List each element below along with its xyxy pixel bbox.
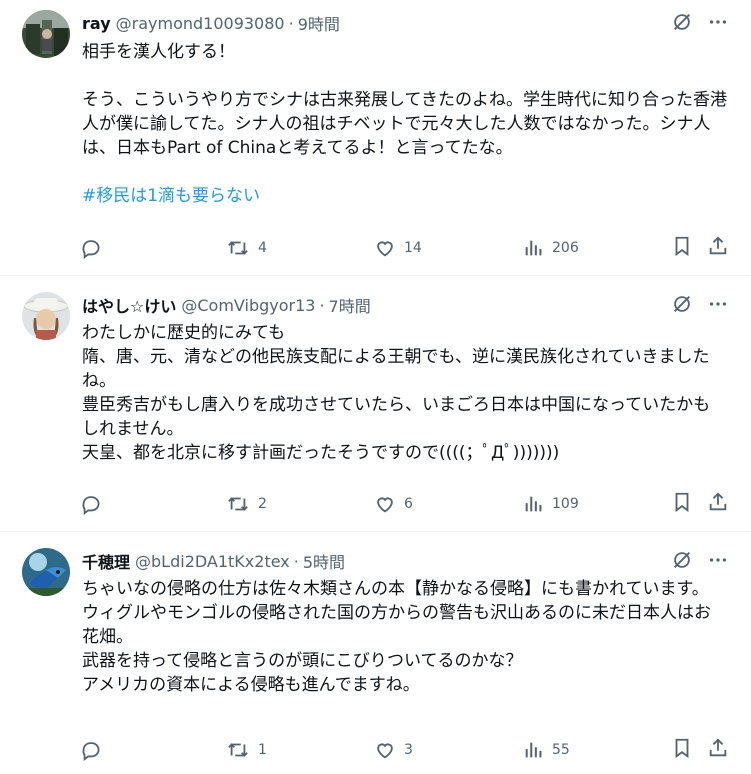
tweet-paragraph: 相手を漢人化する！ xyxy=(82,42,235,62)
timestamp[interactable]: 9時間 xyxy=(298,11,340,35)
views-count: 55 xyxy=(552,742,570,758)
avatar[interactable] xyxy=(22,292,70,340)
like-button[interactable]: 14 xyxy=(374,237,422,259)
share-icon[interactable] xyxy=(707,737,729,763)
share-icon[interactable] xyxy=(707,491,729,517)
user-handle[interactable]: @bLdi2DA1tKx2tex xyxy=(135,552,290,571)
grok-icon[interactable] xyxy=(671,11,693,33)
tweet-header: はやし☆けい @ComVibgyor13 · 7時間 xyxy=(82,293,371,317)
user-handle[interactable]: @ComVibgyor13 xyxy=(181,296,315,315)
like-count: 3 xyxy=(404,742,413,758)
tweet-paragraph: 天皇、都を北京に移す計画だったそうですので((((；ﾟДﾟ))))))) xyxy=(82,443,560,463)
reply-icon xyxy=(80,237,102,259)
views-icon xyxy=(522,739,544,761)
views-count: 109 xyxy=(552,496,579,512)
tweet-paragraph: 豊臣秀吉がもし唐入りを成功させていたら、いまごろ日本は中国になっていたかもしれま… xyxy=(82,395,711,439)
reply-button[interactable] xyxy=(80,739,110,761)
tweet-paragraph: アメリカの資本による侵略も進んでますね。 xyxy=(82,675,420,695)
reply-icon xyxy=(80,493,102,515)
views-button[interactable]: 109 xyxy=(522,493,579,515)
separator: · xyxy=(293,551,299,571)
views-icon xyxy=(522,237,544,259)
hashtag-link[interactable]: #移民は1滴も要らない xyxy=(82,184,727,208)
reply-button[interactable] xyxy=(80,493,110,515)
retweet-icon xyxy=(226,739,250,761)
tweet[interactable]: はやし☆けい @ComVibgyor13 · 7時間 わたしかに歴史的にみても … xyxy=(0,276,751,532)
grok-icon[interactable] xyxy=(671,293,693,315)
more-icon[interactable] xyxy=(707,11,729,33)
more-icon[interactable] xyxy=(707,549,729,571)
timestamp[interactable]: 5時間 xyxy=(303,549,345,573)
tweet-paragraph: ちゃいなの侵略の仕方は佐々木類さんの本【静かなる侵略】にも書かれています。 xyxy=(82,579,709,599)
display-name[interactable]: はやし☆けい xyxy=(82,293,176,317)
action-bar: 2 6 109 xyxy=(80,492,729,516)
separator: · xyxy=(319,295,325,315)
reply-icon xyxy=(80,739,102,761)
tweet-paragraph: 隋、唐、元、清などの他民族支配による王朝でも、逆に漢民族化されていきましたね。 xyxy=(82,347,710,391)
like-count: 6 xyxy=(404,496,413,512)
tweet[interactable]: 千穂理 @bLdi2DA1tKx2tex · 5時間 ちゃいなの侵略の仕方は佐々… xyxy=(0,532,751,774)
retweet-button[interactable]: 2 xyxy=(226,493,267,515)
views-button[interactable]: 206 xyxy=(522,237,579,259)
separator: · xyxy=(288,13,294,33)
retweet-button[interactable]: 4 xyxy=(226,237,267,259)
like-icon xyxy=(374,237,396,259)
bookmark-icon[interactable] xyxy=(671,235,693,261)
views-icon xyxy=(522,493,544,515)
action-bar: 1 3 55 xyxy=(80,738,729,762)
retweet-icon xyxy=(226,493,250,515)
user-handle[interactable]: @raymond10093080 xyxy=(116,14,285,33)
display-name[interactable]: ray xyxy=(82,14,111,33)
like-button[interactable]: 3 xyxy=(374,739,413,761)
like-count: 14 xyxy=(404,240,422,256)
grok-icon[interactable] xyxy=(671,549,693,571)
tweet-paragraph: 武器を持って侵略と言うのが頭にこびりついてるのかな？ xyxy=(82,651,523,671)
tweet[interactable]: ray @raymond10093080 · 9時間 相手を漢人化する！ そう、… xyxy=(0,0,751,276)
tweet-paragraph: ウィグルやモンゴルの侵略された国の方からの警告も沢山あるのに未だ日本人はお花畑。 xyxy=(82,603,711,647)
like-icon xyxy=(374,493,396,515)
action-bar: 4 14 206 xyxy=(80,236,729,260)
tweet-text: ちゃいなの侵略の仕方は佐々木類さんの本【静かなる侵略】にも書かれています。 ウィ… xyxy=(82,577,727,697)
views-count: 206 xyxy=(552,240,579,256)
tweet-header: ray @raymond10093080 · 9時間 xyxy=(82,11,340,35)
bookmark-icon[interactable] xyxy=(671,491,693,517)
like-button[interactable]: 6 xyxy=(374,493,413,515)
retweet-button[interactable]: 1 xyxy=(226,739,267,761)
retweet-count: 4 xyxy=(258,240,267,256)
tweet-paragraph: わたしかに歴史的にみても xyxy=(82,323,286,343)
avatar[interactable] xyxy=(22,548,70,596)
views-button[interactable]: 55 xyxy=(522,739,570,761)
retweet-count: 1 xyxy=(258,742,267,758)
tweet-paragraph: そう、こういうやり方でシナは古来発展してきたのよね。学生時代に知り合った香港人が… xyxy=(82,90,727,158)
tweet-text: わたしかに歴史的にみても 隋、唐、元、清などの他民族支配による王朝でも、逆に漢民… xyxy=(82,321,727,465)
retweet-count: 2 xyxy=(258,496,267,512)
reply-button[interactable] xyxy=(80,237,110,259)
tweet-text: 相手を漢人化する！ そう、こういうやり方でシナは古来発展してきたのよね。学生時代… xyxy=(82,40,727,208)
more-icon[interactable] xyxy=(707,293,729,315)
display-name[interactable]: 千穂理 xyxy=(82,549,130,573)
timestamp[interactable]: 7時間 xyxy=(329,293,371,317)
retweet-icon xyxy=(226,237,250,259)
avatar[interactable] xyxy=(22,10,70,58)
bookmark-icon[interactable] xyxy=(671,737,693,763)
like-icon xyxy=(374,739,396,761)
share-icon[interactable] xyxy=(707,235,729,261)
tweet-header: 千穂理 @bLdi2DA1tKx2tex · 5時間 xyxy=(82,549,345,573)
